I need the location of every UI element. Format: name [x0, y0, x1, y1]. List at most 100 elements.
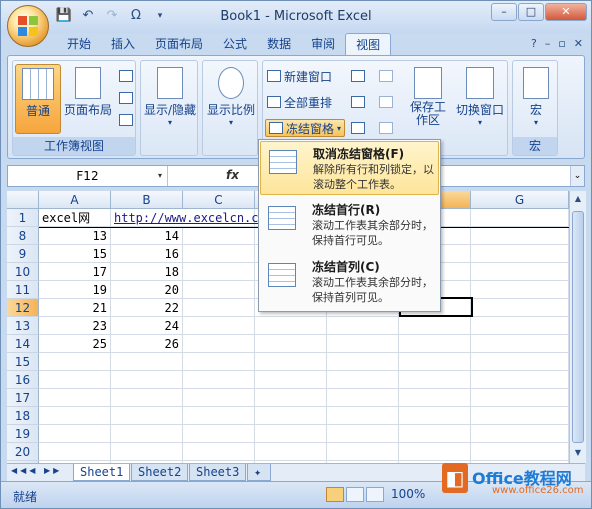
cell[interactable]	[471, 407, 569, 425]
sheet-tab-3[interactable]: Sheet3	[189, 464, 247, 481]
cell-a[interactable]: excel网	[39, 209, 111, 227]
row-header[interactable]: 19	[7, 425, 39, 443]
cell-a[interactable]	[39, 443, 111, 461]
row-header[interactable]: 17	[7, 389, 39, 407]
scroll-down-icon[interactable]: ▼	[572, 448, 584, 460]
cell[interactable]	[183, 371, 255, 389]
row-header[interactable]: 16	[7, 371, 39, 389]
cell-b[interactable]	[111, 425, 183, 443]
insert-function-icon[interactable]: fx	[226, 168, 239, 182]
arrange-all-button[interactable]: 全部重排	[267, 93, 332, 111]
cell[interactable]	[183, 443, 255, 461]
cell-b[interactable]: http://www.excelcn.com	[111, 209, 273, 227]
cell-a[interactable]	[39, 389, 111, 407]
tab-page-layout[interactable]: 页面布局	[145, 33, 213, 55]
row-header[interactable]: 18	[7, 407, 39, 425]
cell[interactable]	[471, 245, 569, 263]
page-layout-view-button[interactable]: 页面布局	[63, 64, 113, 134]
cell[interactable]	[183, 299, 255, 317]
cell[interactable]	[471, 227, 569, 245]
tab-data[interactable]: 数据	[257, 33, 301, 55]
expand-formula-icon[interactable]: ⌄	[570, 166, 584, 186]
cell[interactable]	[471, 317, 569, 335]
row-header[interactable]: 9	[7, 245, 39, 263]
show-hide-button[interactable]: 显示/隐藏 ▾	[143, 64, 197, 134]
cell[interactable]	[183, 353, 255, 371]
sheet-tab-2[interactable]: Sheet2	[131, 464, 189, 481]
close-button[interactable]: ✕	[545, 3, 587, 21]
cell-a[interactable]: 17	[39, 263, 111, 281]
cell-b[interactable]: 14	[111, 227, 183, 245]
ribbon-restore-icon[interactable]: ▫	[558, 37, 565, 50]
full-screen-button[interactable]	[119, 111, 133, 129]
cell-a[interactable]: 13	[39, 227, 111, 245]
cell[interactable]	[399, 407, 471, 425]
unhide-window-button[interactable]	[351, 119, 365, 137]
sheet-tab-1[interactable]: Sheet1	[73, 464, 131, 481]
row-header[interactable]: 8	[7, 227, 39, 245]
cell-a[interactable]	[39, 371, 111, 389]
chevron-down-icon[interactable]: ▾	[153, 166, 167, 186]
column-header-a[interactable]: A	[39, 191, 111, 209]
column-header-c[interactable]: C	[183, 191, 255, 209]
insert-sheet-icon[interactable]: ✦	[247, 464, 271, 481]
vertical-scrollbar[interactable]: ▲ ▼	[569, 191, 586, 463]
cell[interactable]	[399, 389, 471, 407]
cell[interactable]	[471, 443, 569, 461]
menu-item-freeze-top-row[interactable]: 冻结首行(R) 滚动工作表其余部分时，保持首行可见。	[260, 198, 439, 252]
cell[interactable]	[255, 371, 327, 389]
cell-b[interactable]: 24	[111, 317, 183, 335]
cell-a[interactable]	[39, 407, 111, 425]
cell-a[interactable]	[39, 425, 111, 443]
cell-b[interactable]	[111, 443, 183, 461]
cell-b[interactable]: 22	[111, 299, 183, 317]
cell[interactable]	[183, 227, 255, 245]
select-all-corner[interactable]	[7, 191, 39, 209]
ribbon-close-icon[interactable]: ✕	[574, 37, 583, 50]
cell-a[interactable]: 21	[39, 299, 111, 317]
row-header[interactable]: 12	[7, 299, 39, 317]
zoom-button[interactable]: 显示比例 ▾	[205, 64, 257, 134]
split-button[interactable]	[351, 67, 365, 85]
row-header[interactable]: 11	[7, 281, 39, 299]
cell[interactable]	[471, 425, 569, 443]
cell-a[interactable]: 15	[39, 245, 111, 263]
save-workspace-button[interactable]: 保存工作区	[403, 64, 453, 134]
cell[interactable]	[183, 425, 255, 443]
cell-a[interactable]: 23	[39, 317, 111, 335]
zoom-level[interactable]: 100%	[391, 487, 425, 501]
sheet-navigation-icons[interactable]: ◀◀◀ ▶▶	[11, 466, 62, 475]
scrollbar-thumb[interactable]	[572, 211, 584, 443]
column-header-g[interactable]: G	[471, 191, 569, 209]
cell[interactable]	[327, 317, 399, 335]
menu-item-freeze-first-column[interactable]: 冻结首列(C) 滚动工作表其余部分时，保持首列可见。	[260, 255, 439, 309]
cell[interactable]	[183, 245, 255, 263]
macros-button[interactable]: 宏 ▾	[515, 64, 557, 134]
sync-scroll-button[interactable]	[379, 93, 393, 111]
cell-b[interactable]	[111, 389, 183, 407]
cell[interactable]	[327, 425, 399, 443]
menu-item-unfreeze[interactable]: 取消冻结窗格(F) 解除所有行和列锁定，以滚动整个工作表。	[260, 141, 439, 195]
cell[interactable]	[183, 335, 255, 353]
maximize-button[interactable]: □	[518, 3, 544, 21]
cell[interactable]	[327, 371, 399, 389]
minimize-button[interactable]: –	[491, 3, 517, 21]
cell[interactable]	[183, 389, 255, 407]
help-icon[interactable]: ?	[531, 37, 537, 50]
row-header[interactable]: 1	[7, 209, 39, 227]
cell[interactable]	[183, 281, 255, 299]
row-header[interactable]: 13	[7, 317, 39, 335]
new-window-button[interactable]: 新建窗口	[267, 67, 332, 85]
cell[interactable]	[471, 335, 569, 353]
cell[interactable]	[255, 425, 327, 443]
reset-position-button[interactable]	[379, 119, 393, 137]
cell-b[interactable]	[111, 407, 183, 425]
custom-views-button[interactable]	[119, 89, 133, 107]
cell[interactable]	[471, 209, 569, 227]
view-side-by-side-button[interactable]	[379, 67, 393, 85]
row-header[interactable]: 14	[7, 335, 39, 353]
cell[interactable]	[183, 407, 255, 425]
hide-window-button[interactable]	[351, 93, 365, 111]
tab-review[interactable]: 审阅	[301, 33, 345, 55]
cell[interactable]	[327, 335, 399, 353]
